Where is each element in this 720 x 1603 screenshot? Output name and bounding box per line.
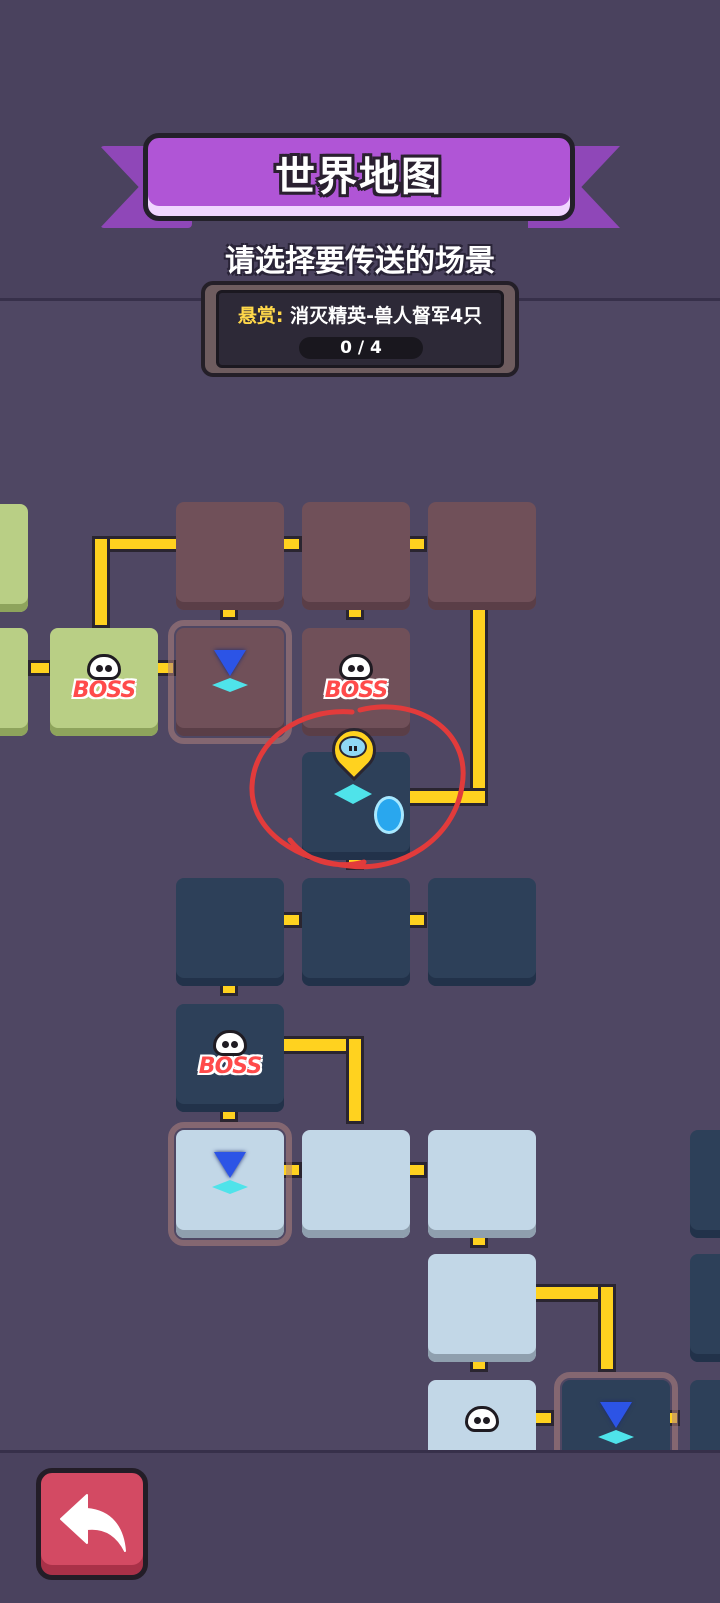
map-tile[interactable] xyxy=(176,878,284,986)
map-tile[interactable] xyxy=(302,502,410,610)
map-tile[interactable] xyxy=(176,502,284,610)
skull-icon xyxy=(213,1030,247,1056)
map-tile[interactable] xyxy=(428,878,536,986)
boss-tile[interactable] xyxy=(428,1380,536,1450)
skull-icon xyxy=(87,654,121,680)
page-title: 世界地图 xyxy=(275,154,443,200)
back-button[interactable] xyxy=(36,1468,148,1580)
map-path xyxy=(28,660,52,676)
boss-marker xyxy=(428,1406,536,1432)
title-banner: 世界地图 xyxy=(143,133,575,221)
boss-marker: BOSS xyxy=(176,1030,284,1079)
map-tile[interactable] xyxy=(0,628,28,736)
map-tile[interactable] xyxy=(428,502,536,610)
map-tile[interactable] xyxy=(302,1130,410,1238)
boss-marker: BOSS xyxy=(50,654,158,703)
map-path xyxy=(598,1284,616,1372)
skull-icon xyxy=(465,1406,499,1432)
skull-icon xyxy=(339,654,373,680)
map-tile[interactable] xyxy=(690,1380,720,1450)
map-tile[interactable] xyxy=(428,1130,536,1238)
portal-tile[interactable] xyxy=(168,1122,292,1246)
highlight-circle xyxy=(249,704,466,870)
map-tile[interactable] xyxy=(428,1254,536,1362)
map-tile[interactable] xyxy=(690,1254,720,1362)
map-tile[interactable] xyxy=(302,878,410,986)
boss-tile[interactable]: BOSS xyxy=(50,628,158,736)
map-path xyxy=(346,1036,364,1124)
back-arrow-icon xyxy=(60,1494,126,1552)
boss-label: BOSS xyxy=(72,678,136,703)
portal-icon xyxy=(596,1402,636,1450)
portal-tile[interactable] xyxy=(554,1372,678,1450)
portal-icon xyxy=(210,1152,250,1208)
world-map: BOSS BOSS BOSS xyxy=(0,300,720,1450)
map-tile[interactable] xyxy=(0,504,28,612)
boss-tile[interactable]: BOSS xyxy=(176,1004,284,1112)
page-subtitle: 请选择要传送的场景 xyxy=(225,244,495,279)
map-tile[interactable] xyxy=(690,1130,720,1238)
map-path xyxy=(92,536,110,628)
boss-label: BOSS xyxy=(198,1054,262,1079)
